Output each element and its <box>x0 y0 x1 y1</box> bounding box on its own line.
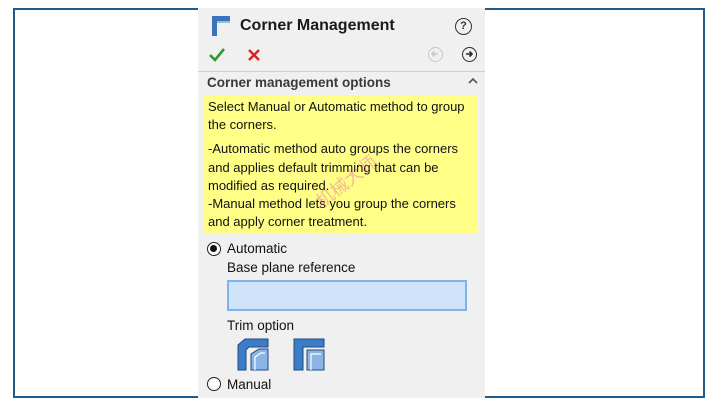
trim-option-2-icon[interactable] <box>291 336 327 372</box>
base-plane-input[interactable] <box>227 280 467 311</box>
manual-radio[interactable] <box>207 377 221 391</box>
property-manager-panel: Corner Management ? Corner management op… <box>198 8 485 398</box>
corner-management-icon <box>212 16 230 36</box>
note-line: Select Manual or Automatic method to gro… <box>208 99 465 133</box>
chevron-up-icon[interactable] <box>467 76 479 86</box>
separator <box>198 71 485 72</box>
trim-option-1-icon[interactable] <box>235 336 271 372</box>
back-arrow-icon[interactable] <box>428 47 443 62</box>
panel-title: Corner Management <box>240 17 395 34</box>
note-line: -Automatic method auto groups the corner… <box>208 141 459 193</box>
base-plane-label: Base plane reference <box>227 260 356 275</box>
automatic-radio[interactable] <box>207 242 221 256</box>
next-arrow-icon[interactable] <box>462 47 477 62</box>
trim-option-label: Trim option <box>227 318 295 333</box>
help-icon[interactable]: ? <box>455 18 472 35</box>
automatic-label[interactable]: Automatic <box>227 241 287 256</box>
radio-selected-dot <box>210 245 217 252</box>
close-icon[interactable] <box>246 46 262 64</box>
note-line: -Manual method lets you group the corner… <box>208 196 456 230</box>
section-header[interactable]: Corner management options <box>207 75 391 90</box>
title-row: Corner Management ? <box>198 8 485 44</box>
manual-label[interactable]: Manual <box>227 377 271 392</box>
checkmark-icon[interactable] <box>208 46 226 64</box>
info-note: Select Manual or Automatic method to gro… <box>204 96 478 234</box>
action-row <box>198 44 485 70</box>
